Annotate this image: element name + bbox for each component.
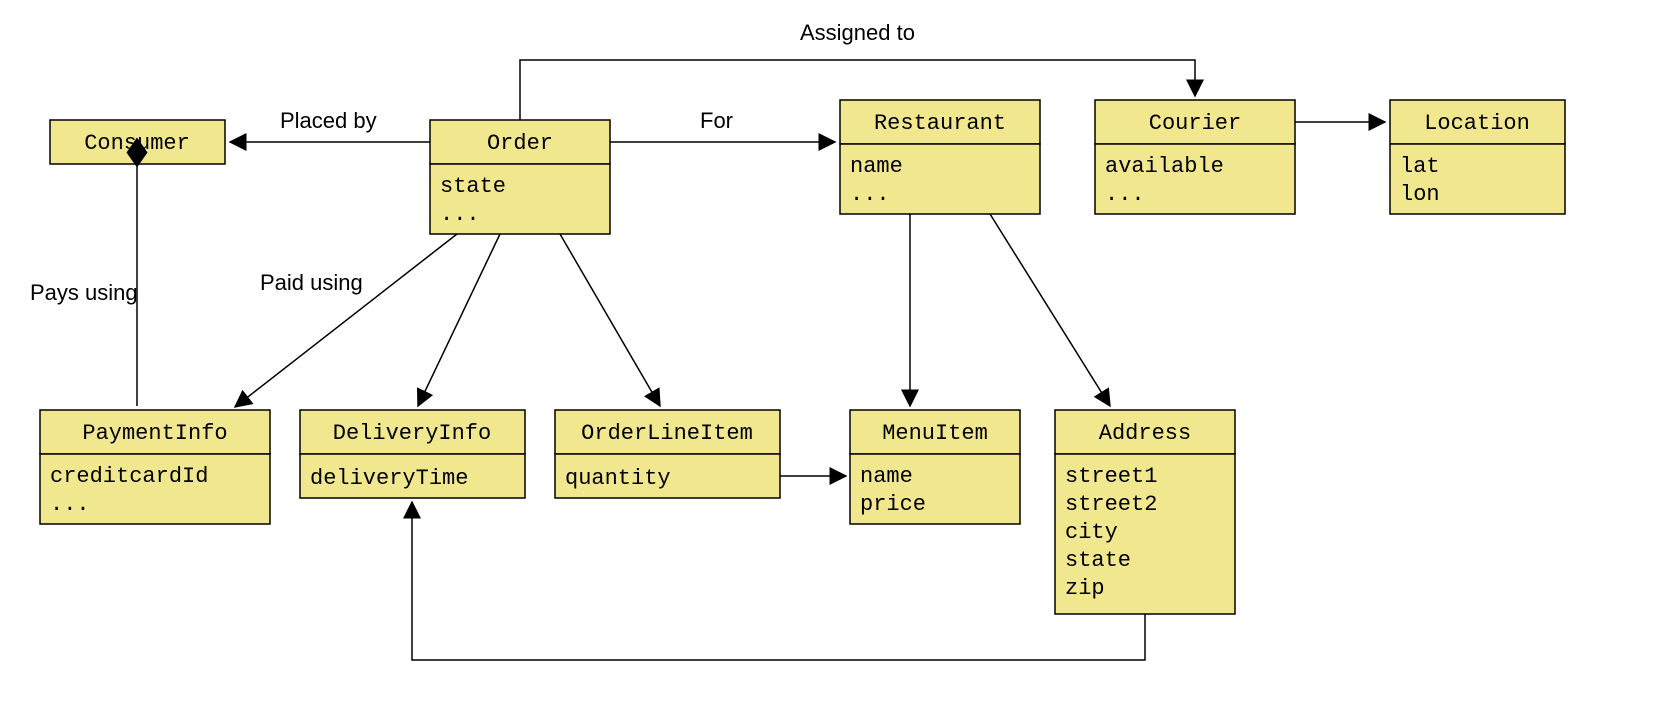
entity-courier-name: Courier: [1149, 111, 1241, 136]
entity-restaurant-attr-1: ...: [850, 182, 890, 207]
entity-courier-attr-1: ...: [1105, 182, 1145, 207]
entity-deliveryinfo: DeliveryInfo deliveryTime: [300, 410, 525, 498]
entity-restaurant-name: Restaurant: [874, 111, 1006, 136]
entity-menuitem-attr-1: price: [860, 492, 926, 517]
rel-order-orderlineitem: [560, 234, 660, 406]
rel-order-deliveryinfo: [418, 234, 500, 406]
entity-order: Order state ...: [430, 120, 610, 234]
entity-order-attr-0: state: [440, 174, 506, 199]
rel-placedby-label: Placed by: [280, 108, 377, 133]
rel-paidusing: [235, 234, 457, 407]
entity-location-attr-1: lon: [1400, 182, 1440, 207]
entity-paymentinfo-attr-1: ...: [50, 492, 90, 517]
rel-address-deliveryinfo: [412, 502, 1145, 660]
entity-menuitem-attr-0: name: [860, 464, 913, 489]
rel-restaurant-address: [990, 214, 1110, 406]
rel-paysusing-label: Pays using: [30, 280, 138, 305]
entity-order-attr-1: ...: [440, 202, 480, 227]
entity-consumer-name: Consumer: [84, 131, 190, 156]
entity-address-attr-2: city: [1065, 520, 1118, 545]
entity-deliveryinfo-attr-0: deliveryTime: [310, 466, 468, 491]
entity-menuitem: MenuItem name price: [850, 410, 1020, 524]
entity-address-attr-1: street2: [1065, 492, 1157, 517]
entity-orderlineitem: OrderLineItem quantity: [555, 410, 780, 498]
entity-order-name: Order: [487, 131, 553, 156]
rel-assignedto-label: Assigned to: [800, 20, 915, 45]
uml-class-diagram: Consumer Order state ... Restaurant name…: [0, 0, 1658, 720]
entity-consumer: Consumer: [50, 120, 225, 164]
entity-paymentinfo-attr-0: creditcardId: [50, 464, 208, 489]
entity-orderlineitem-name: OrderLineItem: [581, 421, 753, 446]
entity-deliveryinfo-name: DeliveryInfo: [333, 421, 491, 446]
entity-orderlineitem-attr-0: quantity: [565, 466, 671, 491]
entity-location-attr-0: lat: [1400, 154, 1440, 179]
entity-address-attr-0: street1: [1065, 464, 1157, 489]
entity-location: Location lat lon: [1390, 100, 1565, 214]
entity-paymentinfo-name: PaymentInfo: [82, 421, 227, 446]
entity-courier: Courier available ...: [1095, 100, 1295, 214]
entity-address-attr-3: state: [1065, 548, 1131, 573]
entity-address-name: Address: [1099, 421, 1191, 446]
entity-courier-attr-0: available: [1105, 154, 1224, 179]
entity-paymentinfo: PaymentInfo creditcardId ...: [40, 410, 270, 524]
entity-restaurant: Restaurant name ...: [840, 100, 1040, 214]
entity-restaurant-attr-0: name: [850, 154, 903, 179]
entity-address: Address street1 street2 city state zip: [1055, 410, 1235, 614]
rel-for-label: For: [700, 108, 733, 133]
rel-paidusing-label: Paid using: [260, 270, 363, 295]
entity-location-name: Location: [1424, 111, 1530, 136]
entity-menuitem-name: MenuItem: [882, 421, 988, 446]
entity-address-attr-4: zip: [1065, 576, 1105, 601]
